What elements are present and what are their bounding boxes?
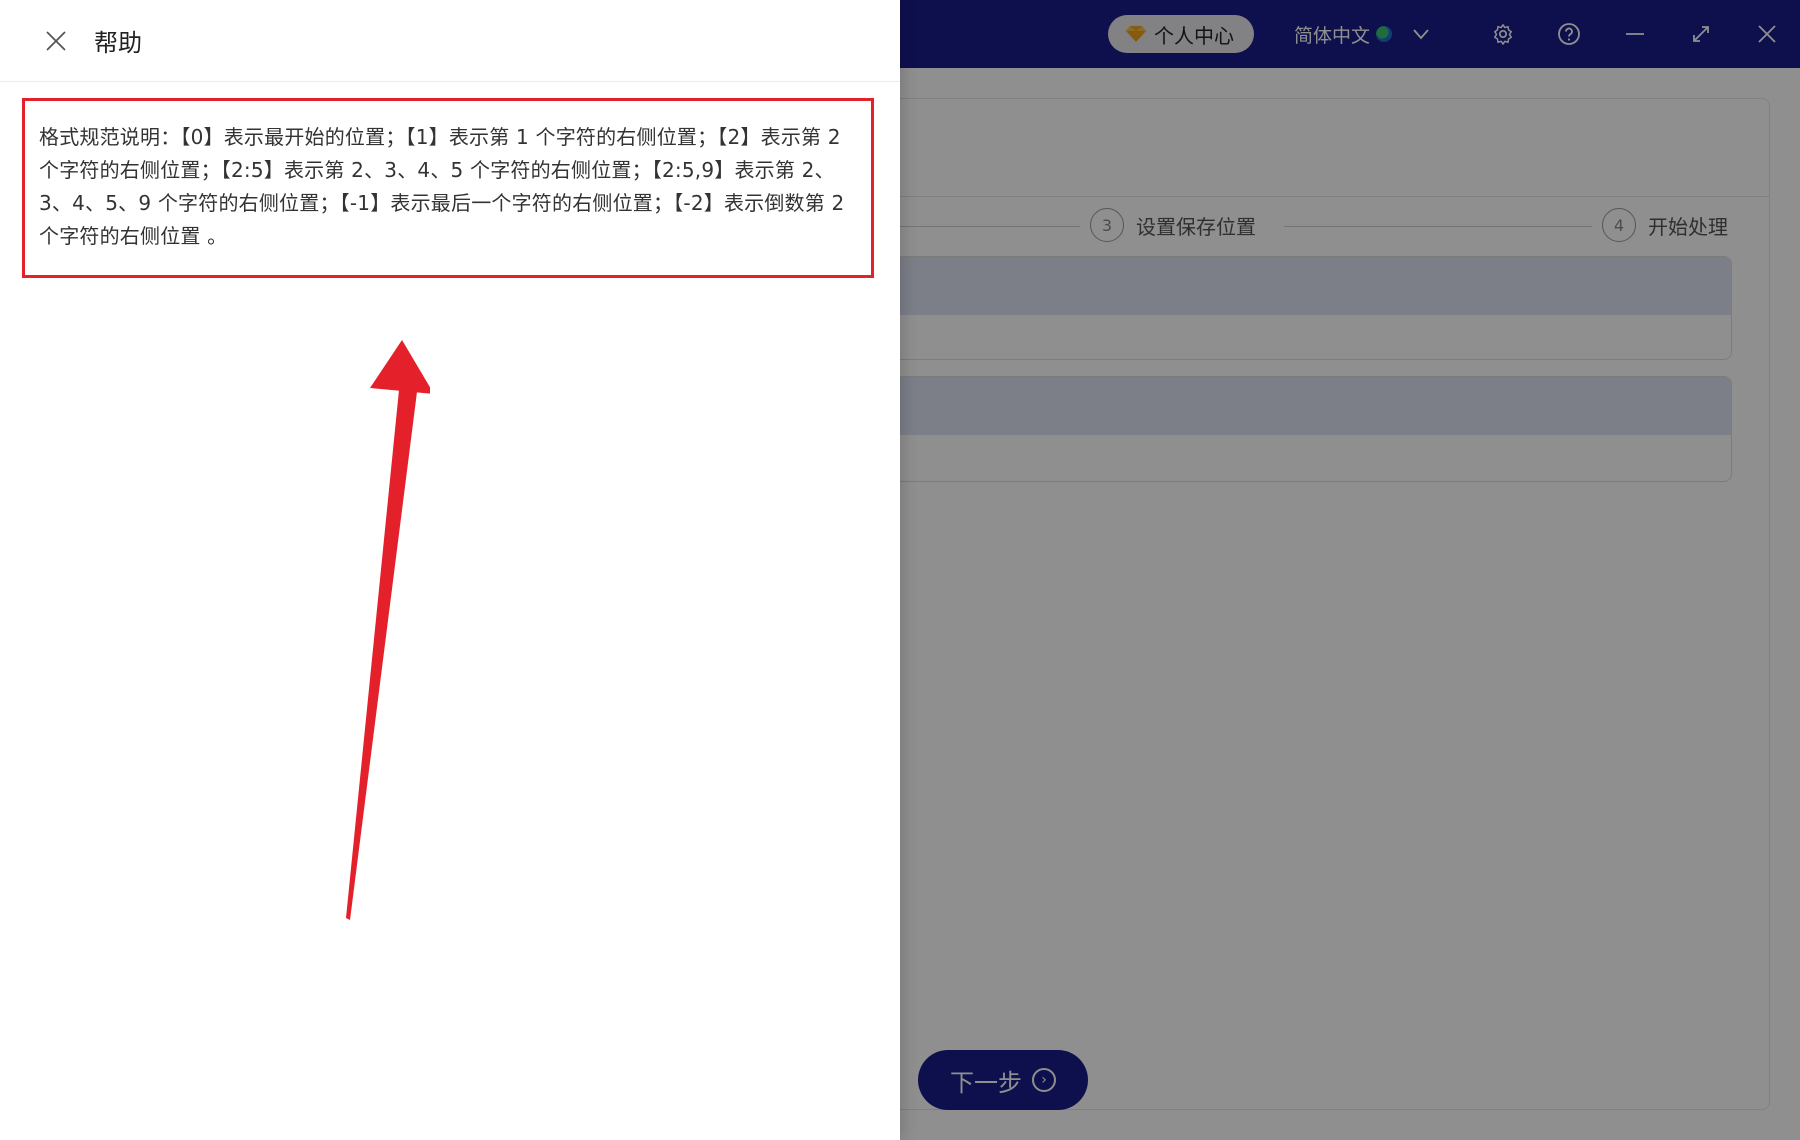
help-text-highlight: 格式规范说明：【0】表示最开始的位置；【1】表示第 1 个字符的右侧位置；【2】… xyxy=(22,98,874,278)
help-drawer: 帮助 格式规范说明：【0】表示最开始的位置；【1】表示第 1 个字符的右侧位置；… xyxy=(0,0,900,1140)
annotation-arrow xyxy=(346,340,430,920)
drawer-title: 帮助 xyxy=(94,29,142,57)
drawer-header: 帮助 xyxy=(0,0,900,82)
close-icon xyxy=(46,30,66,51)
format-help-text: 格式规范说明：【0】表示最开始的位置；【1】表示第 1 个字符的右侧位置；【2】… xyxy=(39,125,845,248)
drawer-close-button[interactable] xyxy=(44,29,68,53)
